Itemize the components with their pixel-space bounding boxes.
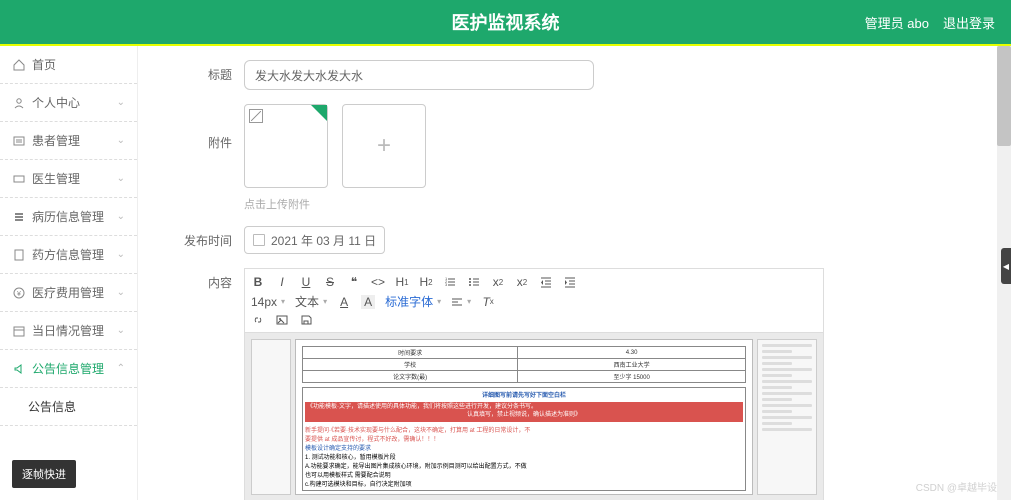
top-bar: 医护监视系统 管理员 abo 退出登录 bbox=[0, 0, 1011, 44]
quote-button[interactable]: ❝ bbox=[347, 275, 361, 289]
fontsize-select[interactable]: 14px▾ bbox=[251, 295, 285, 309]
sidebar-item-notice[interactable]: 公告信息管理 ⌃ bbox=[0, 350, 137, 388]
chevron-down-icon: ⌄ bbox=[117, 135, 125, 146]
bold-button[interactable]: B bbox=[251, 275, 265, 289]
strike-button[interactable]: S bbox=[323, 275, 337, 289]
chevron-down-icon: ⌄ bbox=[117, 97, 125, 108]
sidebar-item-profile[interactable]: 个人中心 ⌄ bbox=[0, 84, 137, 122]
sidebar-item-record[interactable]: 病历信息管理 ⌄ bbox=[0, 198, 137, 236]
sidebar-item-prescription[interactable]: 药方信息管理 ⌄ bbox=[0, 236, 137, 274]
sidebar-item-doctor[interactable]: 医生管理 ⌄ bbox=[0, 160, 137, 198]
stack-icon bbox=[12, 210, 26, 224]
speaker-icon bbox=[12, 362, 26, 376]
align-select[interactable]: ▾ bbox=[451, 296, 471, 308]
sidebar-item-label: 个人中心 bbox=[32, 94, 80, 111]
main-content: 标题 附件 + 点击上传附件 发布时间 2021 年 03 月 11 日 bbox=[138, 46, 1011, 500]
chevron-down-icon: ⌄ bbox=[117, 173, 125, 184]
sidebar-item-home[interactable]: 首页 bbox=[0, 46, 137, 84]
sidebar: 首页 个人中心 ⌄ 患者管理 ⌄ 医生管理 ⌄ 病历信息管理 ⌄ 药方信息管理 … bbox=[0, 46, 138, 500]
attachment-field-label: 附件 bbox=[178, 104, 232, 151]
doc-right-panel bbox=[757, 339, 817, 495]
chevron-up-icon: ⌃ bbox=[117, 363, 125, 374]
save-button[interactable] bbox=[299, 314, 313, 326]
sidebar-item-label: 公告信息管理 bbox=[32, 360, 104, 377]
calendar-icon bbox=[12, 324, 26, 338]
ul-button[interactable] bbox=[467, 276, 481, 288]
add-attachment-button[interactable]: + bbox=[342, 104, 426, 188]
chevron-down-icon: ⌄ bbox=[117, 211, 125, 222]
scrollbar-thumb[interactable] bbox=[997, 46, 1011, 146]
doc-red-band: 《功能模板·文字，请描述使用的具体功能，我们将按照这些进行开发，建议分条书写。 … bbox=[305, 402, 743, 422]
sidebar-item-label: 患者管理 bbox=[32, 132, 80, 149]
editor-toolbar: B I U S ❝ <> H1 H2 123 x2 x2 bbox=[244, 268, 824, 332]
sidebar-item-label: 首页 bbox=[32, 56, 56, 73]
italic-button[interactable]: I bbox=[275, 275, 289, 289]
code-button[interactable]: <> bbox=[371, 275, 385, 289]
svg-text:3: 3 bbox=[445, 282, 448, 287]
title-field-label: 标题 bbox=[178, 60, 232, 83]
plus-icon: + bbox=[377, 132, 391, 160]
sidebar-item-label: 病历信息管理 bbox=[32, 208, 104, 225]
title-input[interactable] bbox=[244, 60, 594, 90]
ol-button[interactable]: 123 bbox=[443, 276, 457, 288]
format-select[interactable]: 文本▾ bbox=[295, 293, 327, 310]
pubtime-field-label: 发布时间 bbox=[178, 226, 232, 249]
editor-content[interactable]: 时间要求4.30 学校西南工业大学 论文字数(最)至少字 15000 详细图写前… bbox=[244, 332, 824, 500]
sidebar-item-fee[interactable]: ¥ 医疗费用管理 ⌄ bbox=[0, 274, 137, 312]
drawer-toggle[interactable]: ◀ bbox=[1001, 248, 1011, 284]
rx-icon bbox=[12, 248, 26, 262]
watermark: CSDN @卓越毕设 bbox=[916, 479, 997, 494]
broken-image-icon bbox=[249, 109, 263, 123]
h2-button[interactable]: H2 bbox=[419, 275, 433, 289]
superscript-button[interactable]: x2 bbox=[515, 275, 529, 289]
upload-hint: 点击上传附件 bbox=[244, 196, 991, 212]
outdent-button[interactable] bbox=[539, 276, 553, 288]
admin-label[interactable]: 管理员 abo bbox=[865, 13, 929, 32]
content-field-label: 内容 bbox=[178, 268, 232, 291]
sidebar-item-daily[interactable]: 当日情况管理 ⌄ bbox=[0, 312, 137, 350]
chevron-down-icon: ⌄ bbox=[117, 249, 125, 260]
float-action-button[interactable]: 逐帧快进 bbox=[12, 460, 76, 488]
attachment-thumbnail[interactable] bbox=[244, 104, 328, 188]
subscript-button[interactable]: x2 bbox=[491, 275, 505, 289]
home-icon bbox=[12, 58, 26, 72]
list-icon bbox=[12, 134, 26, 148]
image-button[interactable] bbox=[275, 314, 289, 326]
fontfamily-select[interactable]: 标准字体▾ bbox=[385, 293, 441, 310]
calendar-icon bbox=[253, 234, 265, 246]
sidebar-item-label: 药方信息管理 bbox=[32, 246, 104, 263]
clear-format-button[interactable]: Tx bbox=[481, 295, 495, 309]
money-icon: ¥ bbox=[12, 286, 26, 300]
doc-table: 时间要求4.30 学校西南工业大学 论文字数(最)至少字 15000 bbox=[302, 346, 746, 383]
sidebar-item-patient[interactable]: 患者管理 ⌄ bbox=[0, 122, 137, 160]
sidebar-item-label: 当日情况管理 bbox=[32, 322, 104, 339]
sidebar-item-label: 医生管理 bbox=[32, 170, 80, 187]
logout-link[interactable]: 退出登录 bbox=[943, 13, 995, 32]
doc-page: 时间要求4.30 学校西南工业大学 论文字数(最)至少字 15000 详细图写前… bbox=[295, 339, 753, 495]
chevron-down-icon: ⌄ bbox=[117, 325, 125, 336]
h1-button[interactable]: H1 bbox=[395, 275, 409, 289]
pubtime-value: 2021 年 03 月 11 日 bbox=[271, 232, 376, 249]
svg-text:¥: ¥ bbox=[17, 291, 21, 298]
sidebar-item-label: 医疗费用管理 bbox=[32, 284, 104, 301]
card-icon bbox=[12, 172, 26, 186]
indent-button[interactable] bbox=[563, 276, 577, 288]
link-button[interactable] bbox=[251, 314, 265, 326]
chevron-down-icon: ⌄ bbox=[117, 287, 125, 298]
underline-button[interactable]: U bbox=[299, 275, 313, 289]
bg-color-button[interactable]: A bbox=[361, 295, 375, 309]
pubtime-input[interactable]: 2021 年 03 月 11 日 bbox=[244, 226, 385, 254]
font-color-button[interactable]: A bbox=[337, 295, 351, 309]
doc-left-panel bbox=[251, 339, 291, 495]
user-icon bbox=[12, 96, 26, 110]
app-title: 医护监视系统 bbox=[452, 9, 560, 35]
sidebar-subitem-notice[interactable]: 公告信息 bbox=[0, 388, 137, 426]
